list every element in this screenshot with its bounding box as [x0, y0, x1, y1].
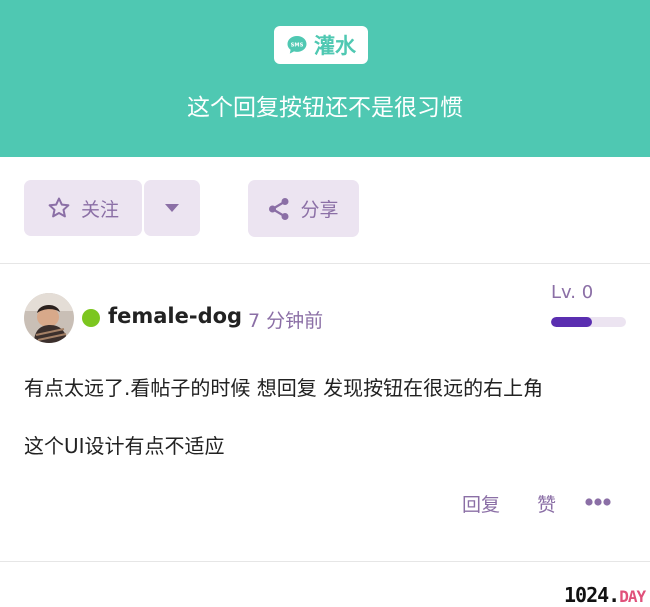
share-icon — [269, 197, 289, 220]
post-time: 7 分钟前 — [248, 310, 324, 332]
online-status-dot — [82, 309, 100, 327]
more-options-icon[interactable] — [585, 492, 611, 512]
watermark-suffix: DAY — [619, 587, 646, 606]
follow-label: 关注 — [80, 198, 119, 221]
topic-title: 这个回复按钮还不是很习惯 — [187, 95, 463, 121]
star-icon — [48, 197, 70, 218]
divider — [0, 561, 650, 562]
reply-button[interactable]: 回复 — [462, 490, 500, 517]
follow-options-dropdown[interactable] — [144, 180, 200, 236]
topic-header: SMS 灌水 这个回复按钮还不是很习惯 — [0, 0, 650, 157]
watermark-main: 1024. — [564, 583, 620, 607]
post: female-dog 7 分钟前 Lv. 0 有点太远了.看帖子的时候 想回复 … — [0, 264, 650, 560]
post-paragraph: 这个UI设计有点不适应 — [24, 434, 225, 458]
post-paragraph: 有点太远了.看帖子的时候 想回复 发现按钮在很远的右上角 — [24, 376, 544, 400]
site-watermark: 1024.DAY — [564, 583, 646, 607]
username[interactable]: female-dog — [108, 304, 242, 328]
avatar-image — [24, 293, 74, 343]
share-button[interactable]: 分享 — [248, 180, 359, 237]
topic-actions: 关注 分享 — [0, 157, 650, 263]
category-label: 灌水 — [314, 34, 356, 58]
svg-text:SMS: SMS — [291, 42, 304, 48]
like-button[interactable]: 赞 — [537, 490, 556, 517]
avatar[interactable] — [24, 293, 74, 343]
category-tag[interactable]: SMS 灌水 — [274, 26, 368, 64]
level-progress-fill — [551, 317, 593, 327]
sms-bubble-icon: SMS — [287, 36, 307, 54]
caret-down-icon — [165, 204, 179, 212]
user-level: Lv. 0 — [551, 282, 594, 303]
follow-button[interactable]: 关注 — [24, 180, 142, 236]
share-label: 分享 — [300, 199, 339, 221]
level-progress-bar — [551, 317, 626, 327]
